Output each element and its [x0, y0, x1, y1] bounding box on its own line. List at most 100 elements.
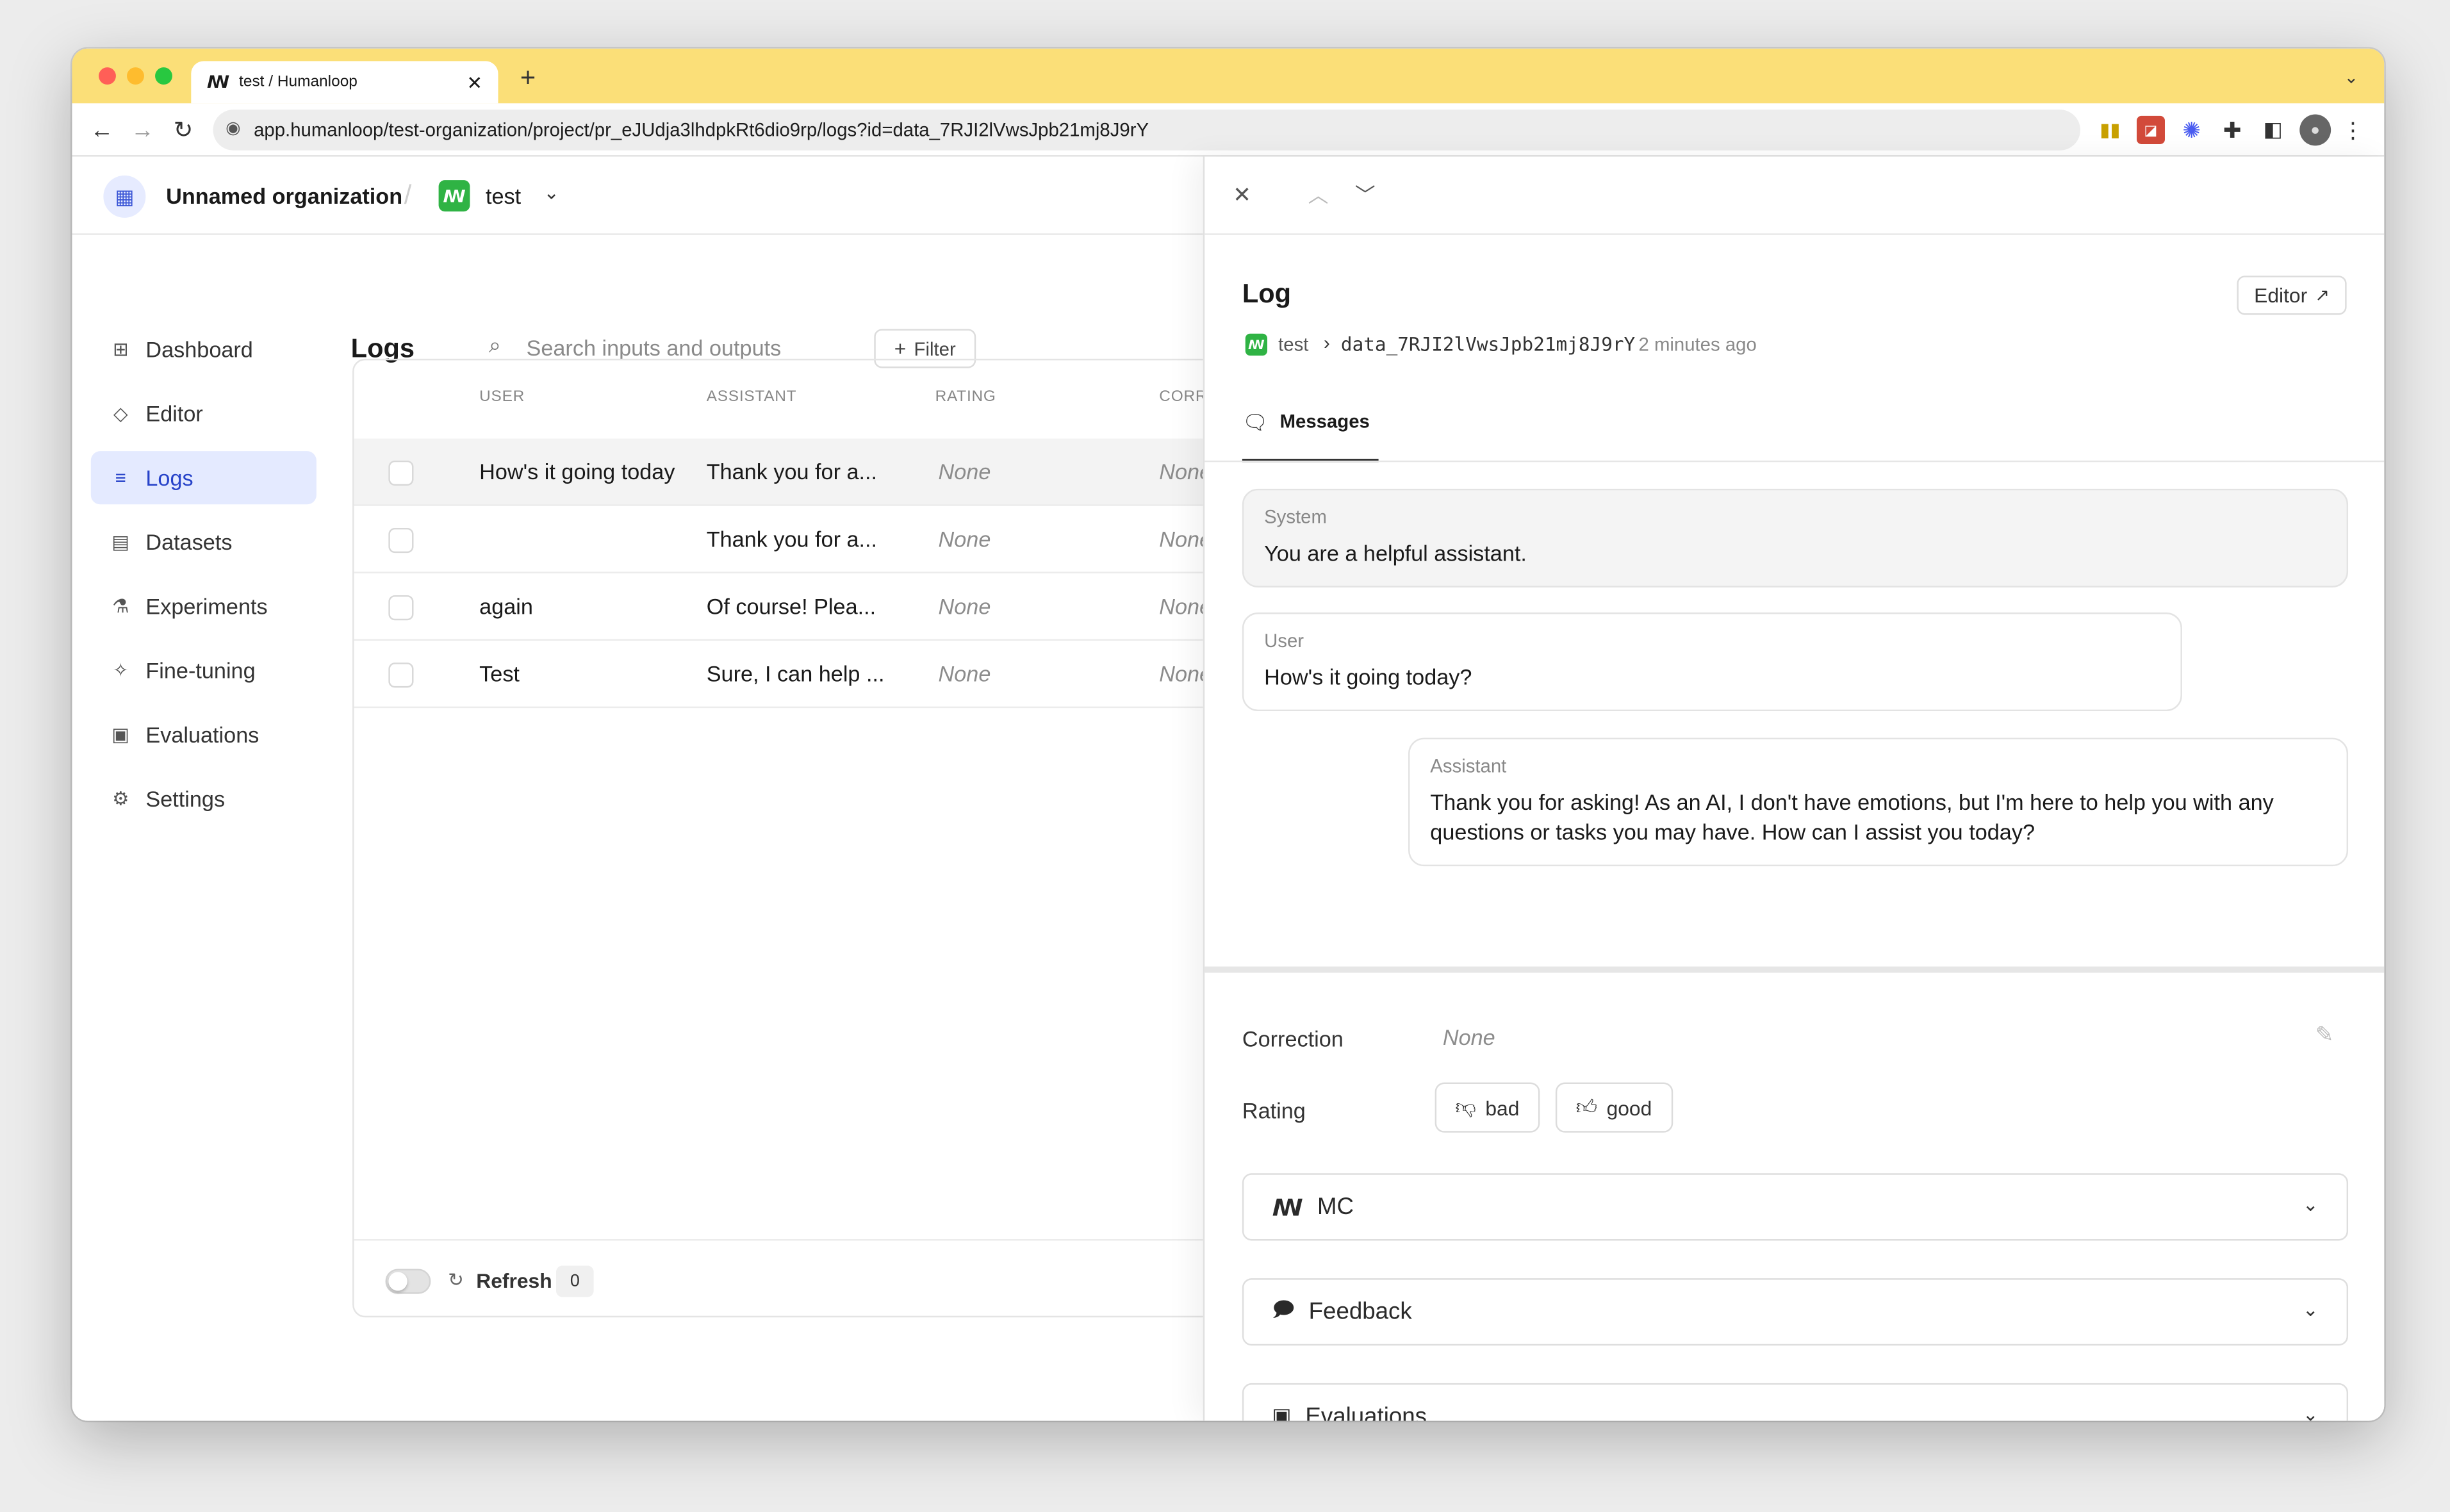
log-title: Log	[1242, 279, 1292, 309]
correction-value: None	[1442, 1024, 1495, 1050]
log-id: data_7RJI2lVwsJpb21mj8J9rY	[1340, 333, 1636, 356]
plus-icon: +	[894, 336, 907, 361]
chevron-down-icon[interactable]: ⌄	[2340, 64, 2362, 89]
edit-pencil-icon[interactable]: ✎	[2315, 1021, 2334, 1048]
app-content: ▦ Unnamed organization / ꟿ test ⌄ ⊞ Dashb…	[72, 156, 2385, 1421]
maximize-window-button[interactable]	[155, 67, 172, 85]
sidebar-item-logs[interactable]: ≡ Logs	[90, 451, 317, 505]
close-panel-icon[interactable]: ✕	[1233, 182, 1251, 209]
table-row[interactable]: Thank you for a... None None	[354, 506, 1228, 573]
gear-icon: ⚙	[112, 787, 129, 810]
chevron-down-icon: ⌄	[2302, 1403, 2319, 1421]
evaluations-section-accordion[interactable]: ▣ Evaluations ⌄	[1242, 1383, 2349, 1421]
chevron-down-icon: ⌄	[2302, 1298, 2319, 1321]
thumbs-up-icon: 👍︎	[1575, 1095, 1597, 1119]
close-tab-icon[interactable]: ✕	[466, 71, 482, 93]
project-dropdown-chevron-icon[interactable]: ⌄	[543, 182, 559, 204]
building-icon: ▦	[103, 175, 146, 218]
diamond-icon: ◇	[113, 402, 128, 425]
search-icon: ⌕	[488, 332, 502, 357]
close-window-button[interactable]	[99, 67, 116, 85]
mc-section-accordion[interactable]: ꟿ MC ⌄	[1242, 1173, 2349, 1241]
correction-label: Correction	[1242, 1026, 1344, 1051]
system-message: System You are a helpful assistant.	[1242, 488, 2349, 588]
sidebar-item-experiments[interactable]: ⚗ Experiments	[91, 580, 317, 633]
logs-table: USER ASSISTANT RATING CORR How's it goin…	[352, 358, 1230, 1318]
refresh-icon[interactable]: ↻	[448, 1269, 464, 1290]
flask-icon: ⚗	[112, 595, 129, 618]
search-input[interactable]: Search inputs and outputs	[527, 335, 782, 360]
row-checkbox[interactable]	[388, 460, 414, 486]
clipboard-icon: ▣	[111, 723, 130, 746]
user-message: User How's it going today?	[1242, 612, 2182, 712]
tab-divider	[1204, 460, 2385, 463]
browser-window: ꟿ test / Humanloop ✕ + ⌄ ← → ↻ ◉ app.hum…	[72, 48, 2385, 1421]
sidebar-toggle-icon[interactable]: ◧	[2259, 116, 2287, 144]
sidebar-item-dashboard[interactable]: ⊞ Dashboard	[91, 323, 317, 376]
app-header: ▦ Unnamed organization / ꟿ test ⌄	[72, 157, 1203, 235]
table-row[interactable]: Test Sure, I can help ... None None	[354, 641, 1228, 709]
thumbs-down-icon: 👎︎	[1455, 1095, 1476, 1119]
collapse-sidebar-icon[interactable]: «	[103, 1419, 117, 1420]
site-info-icon[interactable]: ◉	[226, 117, 240, 138]
table-row[interactable]: again Of course! Plea... None None	[354, 573, 1228, 641]
humanloop-logo-icon: ꟿ	[206, 73, 230, 93]
feedback-section-accordion[interactable]: 🗩 Feedback ⌄	[1242, 1278, 2349, 1346]
refresh-count-badge: 0	[555, 1265, 594, 1297]
tab-messages[interactable]: Messages	[1280, 411, 1370, 432]
breadcrumb-project[interactable]: test	[1278, 334, 1308, 356]
column-header-assistant[interactable]: ASSISTANT	[707, 388, 797, 406]
address-bar[interactable]: ◉ app.humanloop/test-organization/projec…	[213, 110, 2080, 151]
grid-icon: ⊞	[112, 338, 129, 361]
profile-avatar[interactable]: ●	[2299, 114, 2331, 146]
project-name[interactable]: test	[486, 183, 521, 208]
rating-label: Rating	[1242, 1097, 1306, 1124]
browser-tab[interactable]: ꟿ test / Humanloop ✕	[191, 61, 498, 104]
puzzle-icon[interactable]: ✚	[2218, 116, 2246, 144]
external-link-icon: ↗	[2315, 286, 2330, 306]
open-editor-button[interactable]: Editor ↗	[2237, 275, 2347, 315]
extension-red-icon[interactable]: ◪	[2136, 115, 2165, 144]
minimize-window-button[interactable]	[127, 67, 144, 85]
more-menu-icon[interactable]: ⋮	[2342, 116, 2364, 144]
sidebar-item-settings[interactable]: ⚙ Settings	[91, 772, 317, 825]
browser-toolbar: ← → ↻ ◉ app.humanloop/test-organization/…	[72, 103, 2385, 157]
new-tab-button[interactable]: +	[514, 63, 542, 94]
sidebar-item-evaluations[interactable]: ▣ Evaluations	[91, 708, 317, 761]
browser-tab-bar: ꟿ test / Humanloop ✕ + ⌄	[72, 48, 2385, 104]
table-row[interactable]: How's it going today Thank you for a... …	[354, 438, 1228, 506]
rating-good-button[interactable]: 👍︎ good	[1555, 1082, 1673, 1133]
column-header-rating[interactable]: RATING	[935, 388, 996, 406]
column-header-correction[interactable]: CORR	[1159, 388, 1207, 406]
extension-star-icon[interactable]: ✺	[2178, 116, 2206, 144]
rating-bad-button[interactable]: 👎︎ bad	[1435, 1082, 1540, 1133]
chevron-right-icon: ›	[1324, 332, 1330, 354]
clipboard-icon: ▣	[1272, 1403, 1292, 1421]
database-icon: ≡	[115, 466, 126, 489]
back-arrow-icon[interactable]: ←	[88, 116, 116, 144]
panel-header: ✕ ︿ ﹀	[1204, 157, 2385, 235]
auto-refresh-toggle[interactable]	[385, 1269, 431, 1294]
breadcrumb-separator: /	[404, 180, 412, 210]
tab-title: test / Humanloop	[239, 73, 358, 91]
previous-log-icon[interactable]: ︿	[1308, 179, 1329, 208]
project-logo-icon: ꟿ	[1245, 333, 1268, 356]
assistant-message: Assistant Thank you for asking! As an AI…	[1408, 737, 2349, 867]
row-checkbox[interactable]	[388, 595, 414, 621]
forward-arrow-icon[interactable]: →	[128, 116, 156, 144]
refresh-button[interactable]: Refresh	[476, 1269, 552, 1292]
org-name[interactable]: Unnamed organization	[166, 183, 402, 208]
analytics-extension-icon[interactable]: ▮▮	[2096, 116, 2124, 144]
sidebar-item-fine-tuning[interactable]: ✧ Fine-tuning	[91, 644, 317, 697]
column-header-user[interactable]: USER	[479, 388, 525, 406]
chevron-down-icon: ⌄	[2302, 1194, 2319, 1216]
sidebar-item-editor[interactable]: ◇ Editor	[91, 387, 317, 440]
reload-icon[interactable]: ↻	[169, 116, 197, 144]
log-timestamp: 2 minutes ago	[1638, 333, 1757, 356]
sparkle-icon: ✧	[112, 659, 129, 682]
next-log-icon[interactable]: ﹀	[1355, 179, 1376, 208]
row-checkbox[interactable]	[388, 662, 414, 688]
url-text: app.humanloop/test-organization/project/…	[254, 119, 1149, 142]
sidebar-item-datasets[interactable]: ▤ Datasets	[91, 515, 317, 568]
row-checkbox[interactable]	[388, 527, 414, 554]
